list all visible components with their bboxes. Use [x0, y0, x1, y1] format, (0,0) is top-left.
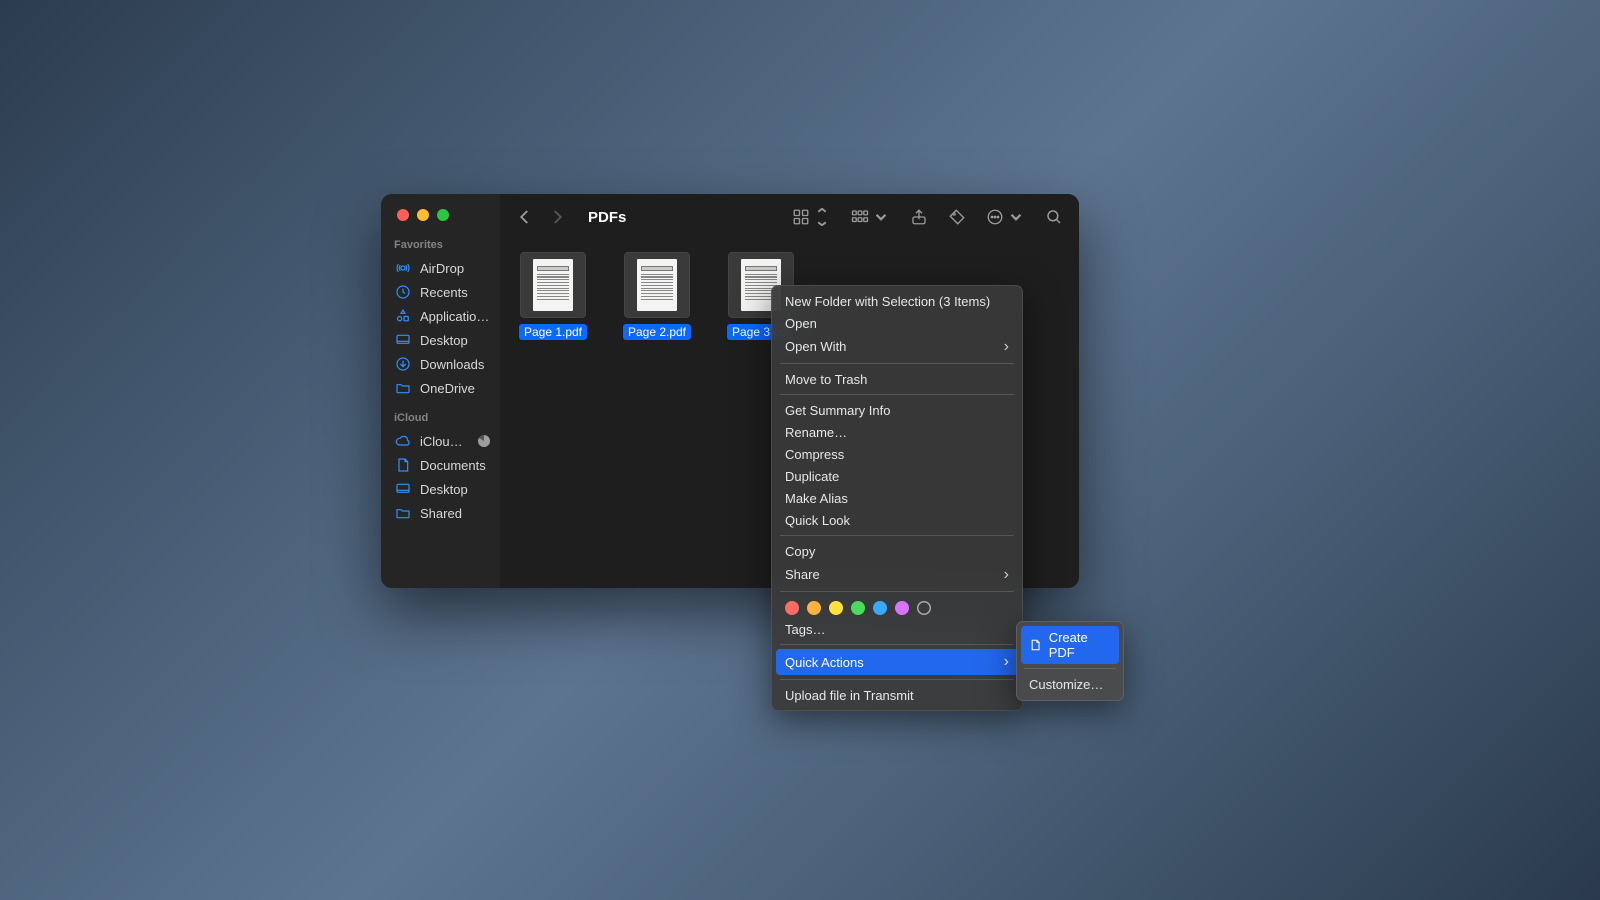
sidebar-item-label: AirDrop — [420, 261, 464, 276]
context-menu-item[interactable]: Move to Trash — [771, 368, 1023, 390]
sidebar-item[interactable]: Shared — [381, 501, 500, 525]
context-menu-item[interactable]: Upload file in Transmit — [771, 684, 1023, 706]
window-controls — [381, 206, 500, 235]
sidebar-item-label: iCloud… — [420, 434, 469, 449]
share-button[interactable] — [910, 208, 928, 226]
doc-icon — [395, 457, 411, 473]
context-menu-item[interactable]: Quick Look — [771, 509, 1023, 531]
submenu-label: Customize… — [1029, 677, 1103, 692]
menu-separator — [780, 535, 1014, 536]
action-menu-button[interactable] — [986, 208, 1025, 226]
context-menu-item[interactable]: Open With — [771, 334, 1023, 359]
sidebar-item[interactable]: AirDrop — [381, 256, 500, 280]
sidebar-item-label: Recents — [420, 285, 468, 300]
context-menu-item[interactable]: Make Alias — [771, 487, 1023, 509]
file-thumbnail — [520, 252, 586, 318]
sidebar-item-label: Downloads — [420, 357, 484, 372]
sidebar-item-label: Shared — [420, 506, 462, 521]
sidebar-item-label: Desktop — [420, 482, 468, 497]
folder-icon — [395, 505, 411, 521]
tag-color-dot[interactable] — [829, 601, 843, 615]
sidebar-item-label: OneDrive — [420, 381, 475, 396]
context-menu-item[interactable]: Tags… — [771, 618, 1023, 640]
sidebar-section-header: Favorites — [381, 235, 500, 256]
sidebar-item-label: Documents — [420, 458, 486, 473]
menu-separator — [780, 363, 1014, 364]
close-window-button[interactable] — [397, 209, 409, 221]
nav-back-button[interactable] — [516, 208, 534, 226]
tag-color-dot[interactable] — [807, 601, 821, 615]
submenu-item-create-pdf[interactable]: Create PDF — [1021, 626, 1119, 664]
sidebar-section-header: iCloud — [381, 408, 500, 429]
sidebar: Favorites AirDrop Recents Applications Deskt… — [381, 194, 500, 588]
nav-forward-button[interactable] — [548, 208, 566, 226]
toolbar: PDFs — [500, 194, 1079, 240]
context-menu: New Folder with Selection (3 Items)OpenO… — [771, 285, 1023, 711]
context-menu-item[interactable]: Open — [771, 312, 1023, 334]
folder-icon — [395, 380, 411, 396]
menu-separator — [780, 679, 1014, 680]
clock-icon — [395, 284, 411, 300]
view-mode-button[interactable] — [792, 208, 831, 226]
desktop-icon — [395, 481, 411, 497]
menu-separator — [780, 591, 1014, 592]
submenu-item-customize[interactable]: Customize… — [1021, 673, 1119, 696]
context-menu-item[interactable]: New Folder with Selection (3 Items) — [771, 290, 1023, 312]
tag-color-dot[interactable] — [851, 601, 865, 615]
tag-color-dot[interactable] — [895, 601, 909, 615]
desktop-icon — [395, 332, 411, 348]
sidebar-item[interactable]: Desktop — [381, 477, 500, 501]
sidebar-item[interactable]: Recents — [381, 280, 500, 304]
menu-separator — [1024, 668, 1116, 669]
context-menu-item[interactable]: Get Summary Info — [771, 399, 1023, 421]
sidebar-item[interactable]: Documents — [381, 453, 500, 477]
context-menu-item[interactable]: Duplicate — [771, 465, 1023, 487]
file-item[interactable]: Page 1.pdf — [518, 252, 588, 340]
minimize-window-button[interactable] — [417, 209, 429, 221]
download-icon — [395, 356, 411, 372]
context-menu-item[interactable]: Compress — [771, 443, 1023, 465]
tags-button[interactable] — [948, 208, 966, 226]
search-button[interactable] — [1045, 208, 1063, 226]
sidebar-item[interactable]: Downloads — [381, 352, 500, 376]
zoom-window-button[interactable] — [437, 209, 449, 221]
tag-color-dot[interactable] — [873, 601, 887, 615]
tags-color-row — [771, 596, 1023, 618]
tag-color-none[interactable] — [917, 601, 931, 615]
tag-color-dot[interactable] — [785, 601, 799, 615]
context-menu-item[interactable]: Quick Actions — [776, 649, 1018, 675]
context-menu-item[interactable]: Share — [771, 562, 1023, 587]
storage-pie-icon — [478, 435, 490, 447]
context-menu-item[interactable]: Rename… — [771, 421, 1023, 443]
file-name-label: Page 1.pdf — [519, 324, 587, 340]
file-item[interactable]: Page 2.pdf — [622, 252, 692, 340]
sidebar-item-label: Applications — [420, 309, 490, 324]
apps-icon — [395, 308, 411, 324]
submenu-label: Create PDF — [1049, 630, 1111, 660]
sidebar-item[interactable]: OneDrive — [381, 376, 500, 400]
quick-actions-submenu: Create PDF Customize… — [1016, 621, 1124, 701]
menu-separator — [780, 644, 1014, 645]
airdrop-icon — [395, 260, 411, 276]
context-menu-item[interactable]: Copy — [771, 540, 1023, 562]
menu-separator — [780, 394, 1014, 395]
sidebar-item[interactable]: Desktop — [381, 328, 500, 352]
sidebar-item[interactable]: Applications — [381, 304, 500, 328]
sidebar-item-label: Desktop — [420, 333, 468, 348]
window-title: PDFs — [588, 209, 626, 226]
group-by-button[interactable] — [851, 208, 890, 226]
toolbar-right — [792, 208, 1063, 226]
file-name-label: Page 2.pdf — [623, 324, 691, 340]
sidebar-item[interactable]: iCloud… — [381, 429, 500, 453]
file-thumbnail — [624, 252, 690, 318]
cloud-icon — [395, 433, 411, 449]
